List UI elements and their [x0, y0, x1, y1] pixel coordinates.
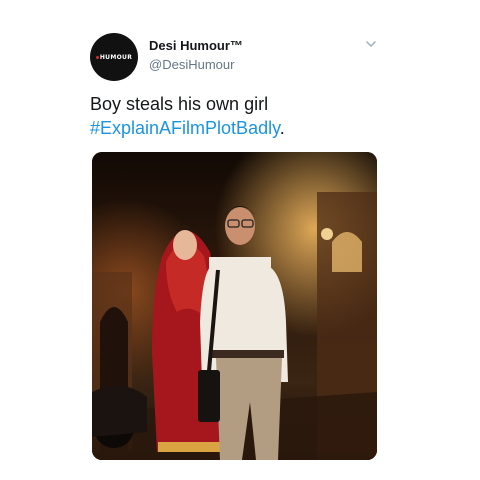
- photo-image: [92, 152, 377, 460]
- author-handle[interactable]: @DesiHumour: [149, 57, 234, 72]
- avatar-logo: HUMOUR: [93, 52, 135, 62]
- tweet-text-line: Boy steals his own girl: [90, 94, 269, 114]
- author-display-name[interactable]: Desi Humour™: [149, 38, 243, 53]
- tweet-text-suffix: .: [279, 118, 285, 138]
- tweet-text: Boy steals his own girl #ExplainAFilmPlo…: [90, 92, 390, 140]
- tweet-media-photo[interactable]: [92, 152, 377, 460]
- hashtag-link[interactable]: #ExplainAFilmPlotBadly: [90, 118, 280, 138]
- avatar[interactable]: HUMOUR: [90, 33, 138, 81]
- tweet-card: HUMOUR Desi Humour™ @DesiHumour Boy stea…: [0, 0, 480, 480]
- chevron-down-icon[interactable]: [364, 38, 378, 50]
